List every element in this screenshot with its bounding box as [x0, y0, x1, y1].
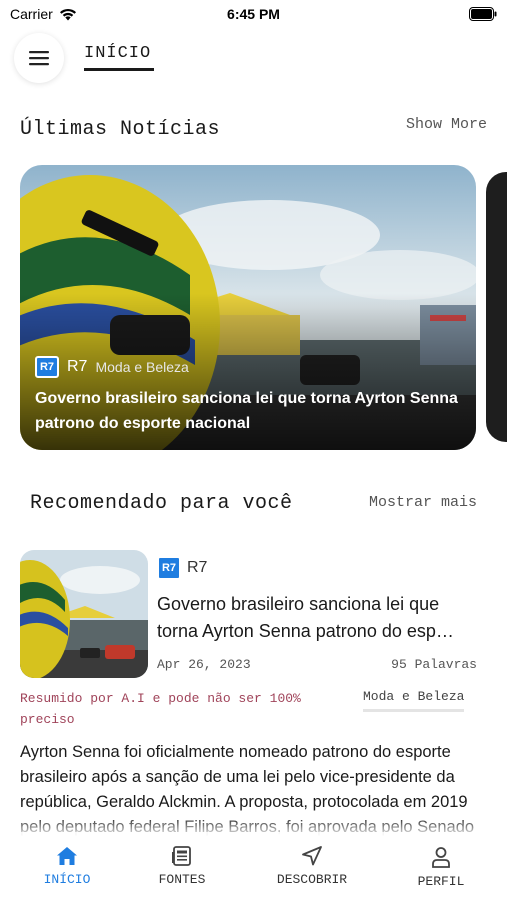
status-bar: Carrier 6:45 PM	[0, 0, 507, 30]
nav-item-perfil[interactable]: PERFIL	[386, 846, 496, 889]
article-summary: Ayrton Senna foi oficialmente nomeado pa…	[20, 743, 475, 836]
article-date: Apr 26, 2023	[157, 657, 251, 672]
show-more-link[interactable]: Show More	[406, 116, 487, 133]
article-word-count: 95 Palavras	[391, 657, 477, 672]
featured-title: Governo brasileiro sanciona lei que torn…	[35, 390, 458, 432]
battery-icon	[469, 7, 497, 21]
nav-label-perfil: PERFIL	[417, 874, 465, 889]
r7-logo-icon: R7	[157, 556, 181, 580]
newspaper-icon	[172, 846, 191, 866]
nav-label-inicio: INÍCIO	[43, 872, 91, 887]
featured-source-name: R7	[67, 358, 88, 375]
active-tab-indicator	[84, 68, 154, 71]
recommended-heading: Recomendado para você	[30, 492, 293, 515]
article-title-line-2: torna Ayrton Senna patrono do esp…	[157, 621, 454, 641]
article-category-chip[interactable]: Moda e Beleza	[363, 689, 465, 712]
featured-source: R7 R7 Moda e Beleza	[35, 356, 189, 378]
home-icon	[57, 847, 77, 865]
article-thumbnail[interactable]	[20, 550, 148, 678]
featured-category: Moda e Beleza	[95, 359, 189, 375]
nav-item-fontes[interactable]: FONTES	[127, 846, 237, 887]
bottom-navigation: INÍCIO FONTES DESCOBRIR PERFIL	[0, 832, 507, 900]
nav-label-fontes: FONTES	[158, 872, 206, 887]
menu-button[interactable]	[14, 33, 64, 83]
article-source-name: R7	[187, 559, 208, 576]
article-title[interactable]: Governo brasileiro sanciona lei que torn…	[157, 591, 479, 645]
article-source: R7 R7	[157, 556, 207, 580]
article-thumbnail-image	[20, 550, 148, 678]
show-more-recommended-link[interactable]: Mostrar mais	[369, 494, 477, 511]
ai-summary-disclaimer: Resumido por A.I e pode não ser 100% pre…	[20, 691, 301, 727]
clock: 6:45 PM	[227, 6, 280, 22]
r7-logo-icon: R7	[35, 356, 59, 378]
hamburger-icon	[29, 51, 49, 66]
person-icon	[432, 847, 450, 868]
nav-item-inicio[interactable]: INÍCIO	[12, 846, 122, 887]
nav-item-descobrir[interactable]: DESCOBRIR	[257, 846, 367, 887]
tab-inicio[interactable]: INÍCIO	[84, 44, 151, 63]
navigation-arrow-icon	[302, 846, 322, 866]
article-title-line-1: Governo brasileiro sanciona lei que	[157, 594, 440, 614]
latest-news-heading: Últimas Notícias	[20, 118, 221, 141]
featured-news-card[interactable]: R7 R7 Moda e Beleza Governo brasileiro s…	[20, 165, 476, 450]
next-featured-card-peek[interactable]	[486, 172, 507, 442]
nav-label-descobrir: DESCOBRIR	[276, 872, 348, 887]
